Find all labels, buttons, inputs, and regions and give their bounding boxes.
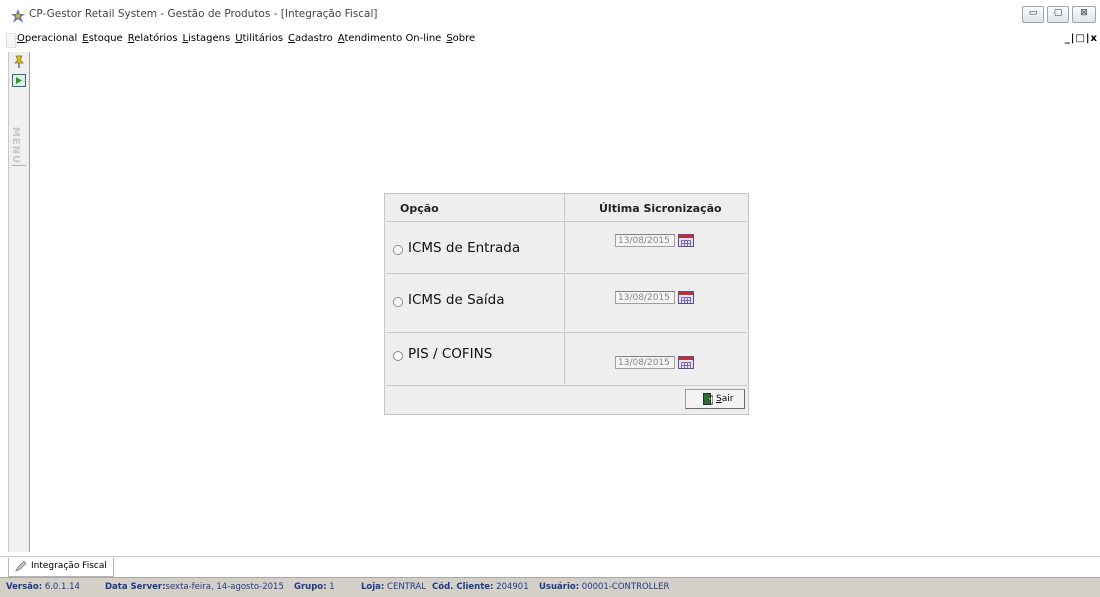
left-toolbar: MENU — [8, 52, 30, 552]
status-grupo: Grupo: 1 — [294, 582, 335, 592]
app-logo-icon — [11, 9, 25, 23]
mdi-child-controls[interactable]: _|□|x — [1065, 33, 1098, 44]
tab-label: Integração Fiscal — [31, 561, 107, 571]
tab-integracao-fiscal[interactable]: Integração Fiscal — [8, 558, 114, 577]
radio-pis-cofins[interactable] — [393, 351, 403, 361]
menu-utilitarios[interactable]: Utilitários — [235, 33, 283, 44]
title-bar: CP-Gestor Retail System - Gestão de Prod… — [0, 0, 1100, 30]
option-row-pis-cofins: PIS / COFINS 13/08/2015 — [386, 332, 747, 386]
menu-system-icon[interactable] — [6, 33, 16, 48]
menu-vertical-label: MENU — [10, 126, 22, 165]
play-icon[interactable] — [12, 74, 26, 87]
option-label[interactable]: PIS / COFINS — [408, 346, 492, 362]
calendar-icon[interactable] — [678, 356, 694, 369]
toolbar-separator — [12, 165, 26, 166]
header-option: Opção — [400, 202, 439, 215]
menu-bar: Operacional Estoque Relatórios Listagens… — [0, 32, 1100, 48]
window-tab-strip: Integração Fiscal — [0, 556, 1100, 578]
integration-panel: Opção Última Sicronização ICMS de Entrad… — [384, 193, 749, 415]
panel-header-row: Opção Última Sicronização — [386, 194, 747, 222]
status-data-server: Data Server:sexta-feira, 14-agosto-2015 — [105, 582, 284, 592]
radio-icms-entrada[interactable] — [393, 245, 403, 255]
minimize-button[interactable]: ▭ — [1022, 6, 1044, 23]
header-last-sync: Última Sicronização — [599, 202, 722, 215]
option-row-icms-saida: ICMS de Saída 13/08/2015 — [386, 273, 747, 333]
exit-button-label: Sair — [716, 394, 734, 404]
mdi-close-icon[interactable]: x — [1091, 33, 1098, 44]
option-label[interactable]: ICMS de Entrada — [408, 240, 520, 256]
menu-estoque[interactable]: Estoque — [82, 33, 122, 44]
date-field-pis-cofins[interactable]: 13/08/2015 — [615, 356, 675, 369]
mdi-restore-icon[interactable]: □ — [1075, 33, 1085, 44]
option-label[interactable]: ICMS de Saída — [408, 292, 505, 308]
pin-icon[interactable] — [12, 55, 26, 68]
date-field-icms-entrada[interactable]: 13/08/2015 — [615, 234, 675, 247]
status-version: Versão: 6.0.1.14 — [6, 582, 80, 592]
exit-door-icon — [703, 393, 713, 405]
maximize-button[interactable]: ▢ — [1047, 6, 1069, 23]
menu-atendimento-online[interactable]: Atendimento On-line — [338, 33, 442, 44]
exit-button[interactable]: Sair — [685, 389, 745, 409]
pencil-icon — [15, 561, 27, 572]
status-loja: Loja: CENTRAL — [361, 582, 426, 592]
option-row-icms-entrada: ICMS de Entrada 13/08/2015 — [386, 221, 747, 274]
date-field-icms-saida[interactable]: 13/08/2015 — [615, 291, 675, 304]
close-button[interactable]: ⊠ — [1072, 6, 1096, 23]
status-usuario: Usuário: 00001-CONTROLLER — [539, 582, 670, 592]
menu-sobre[interactable]: Sobre — [446, 33, 475, 44]
radio-icms-saida[interactable] — [393, 297, 403, 307]
window-title: CP-Gestor Retail System - Gestão de Prod… — [29, 8, 378, 20]
menu-listagens[interactable]: Listagens — [183, 33, 231, 44]
menu-operacional[interactable]: Operacional — [17, 33, 77, 44]
status-cod-cliente: Cód. Cliente: 204901 — [432, 582, 529, 592]
menu-relatorios[interactable]: Relatórios — [128, 33, 178, 44]
status-bar: Versão: 6.0.1.14 Data Server:sexta-feira… — [0, 577, 1100, 597]
menu-cadastro[interactable]: Cadastro — [288, 33, 333, 44]
calendar-icon[interactable] — [678, 291, 694, 304]
calendar-icon[interactable] — [678, 234, 694, 247]
